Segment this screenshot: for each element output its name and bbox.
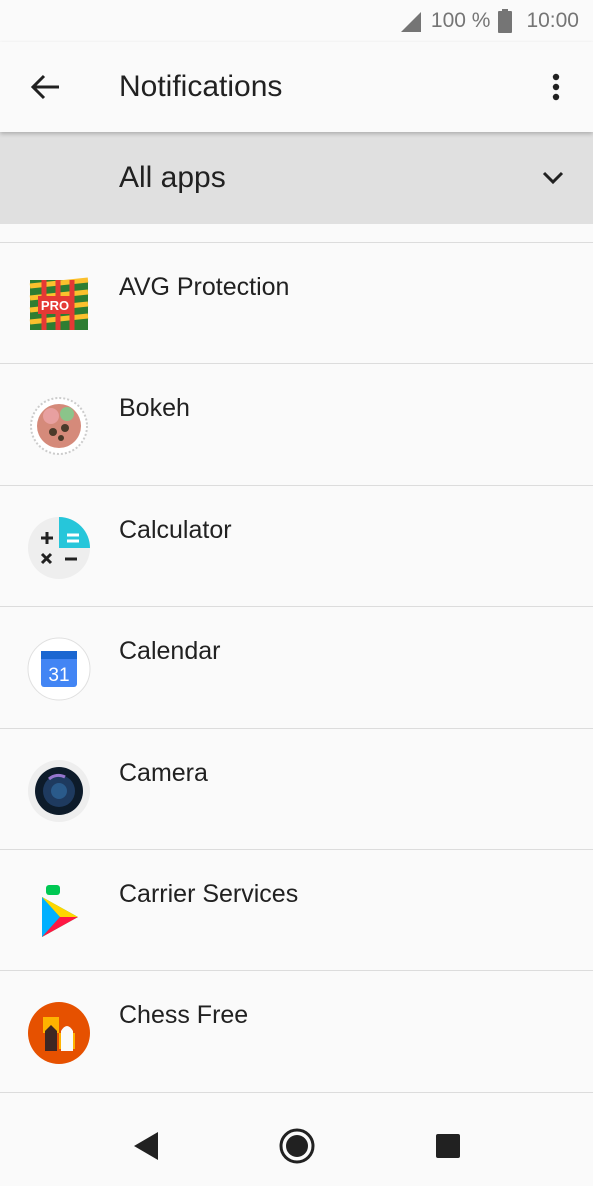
app-name: AVG Protection (119, 273, 290, 301)
list-item[interactable]: 31 Calendar (0, 607, 593, 729)
list-divider (0, 224, 593, 243)
app-name: Carrier Services (119, 879, 299, 908)
toolbar: Notifications (0, 42, 593, 132)
app-list: PRO AVG Protection Bokeh Calculator 31 C… (0, 224, 593, 1093)
camera-icon (27, 759, 91, 823)
list-item[interactable]: PRO AVG Protection (0, 243, 593, 365)
calendar-icon: 31 (27, 637, 91, 701)
list-item[interactable]: Camera (0, 729, 593, 850)
more-vert-icon (552, 73, 560, 101)
svg-text:31: 31 (48, 665, 69, 686)
app-name: Bokeh (119, 394, 190, 423)
clock: 10:00 (526, 9, 579, 32)
avg-protection-icon: PRO (27, 273, 91, 337)
battery-icon (498, 9, 513, 33)
chevron-down-icon (513, 132, 593, 224)
back-button[interactable] (0, 42, 92, 132)
nav-back-button[interactable] (116, 1116, 176, 1176)
status-bar: 100 % 10:00 (0, 0, 593, 42)
notifications-screen: 100 % 10:00 Notifications All apps PRO A… (0, 0, 593, 1186)
battery-percent: 100 % (430, 9, 491, 32)
circle-home-icon (279, 1128, 314, 1164)
list-item[interactable]: Calculator (0, 486, 593, 608)
calculator-icon (27, 516, 91, 580)
system-nav-bar (0, 1106, 593, 1186)
list-item[interactable]: Chess Free (0, 971, 593, 1093)
square-recents-icon (435, 1134, 460, 1158)
app-name: Chess Free (119, 1001, 249, 1030)
signal-icon (399, 10, 423, 32)
page-title: Notifications (119, 70, 283, 103)
nav-home-button[interactable] (267, 1116, 327, 1176)
app-name: Calendar (119, 637, 221, 666)
more-options-button[interactable] (519, 42, 593, 132)
list-item[interactable]: Bokeh (0, 364, 593, 486)
app-name: Camera (119, 758, 208, 787)
app-filter-dropdown[interactable]: All apps (0, 132, 593, 224)
list-item[interactable]: Carrier Services (0, 850, 593, 972)
filter-selected-value: All apps (119, 161, 226, 194)
svg-text:PRO: PRO (41, 298, 69, 313)
carrier-services-icon (27, 880, 91, 944)
bokeh-icon (27, 394, 91, 458)
chess-free-icon (27, 1001, 91, 1065)
app-name: Calculator (119, 515, 232, 544)
nav-recents-button[interactable] (418, 1116, 478, 1176)
arrow-back-icon (31, 74, 59, 100)
triangle-back-icon (133, 1132, 158, 1160)
